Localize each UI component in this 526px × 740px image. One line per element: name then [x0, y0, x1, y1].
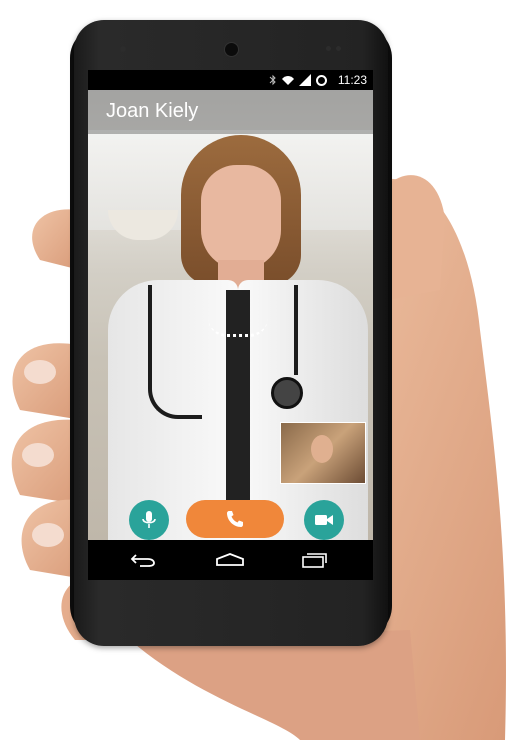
status-bar: 11:23 [88, 70, 373, 90]
status-time: 11:23 [337, 73, 367, 87]
home-button[interactable] [213, 550, 247, 570]
stethoscope-left [148, 285, 202, 419]
back-icon [130, 554, 155, 567]
caller-name: Joan Kiely [106, 100, 199, 122]
self-view-preview[interactable] [280, 422, 366, 484]
light-sensor [120, 46, 126, 52]
home-icon [216, 553, 244, 566]
end-call-button[interactable] [186, 500, 284, 538]
pearl-necklace [208, 318, 268, 337]
doctor-face [201, 165, 281, 270]
signal-icon [299, 74, 311, 86]
stethoscope-right [278, 285, 298, 375]
wifi-icon [282, 76, 294, 85]
video-toggle-button[interactable] [304, 500, 344, 540]
remote-video-feed [88, 90, 373, 540]
self-view-face [311, 435, 333, 463]
mic-icon [142, 511, 156, 528]
back-button[interactable] [126, 550, 160, 570]
recent-apps-button[interactable] [297, 550, 331, 570]
recent-apps-icon [302, 553, 327, 568]
phone-icon [227, 511, 243, 527]
stethoscope-head [271, 377, 303, 409]
bluetooth-icon [269, 74, 276, 86]
proximity-sensor [326, 46, 331, 51]
caller-name-bar: Joan Kiely [88, 90, 373, 134]
navigation-bar [88, 540, 373, 580]
background-lamp [108, 210, 178, 240]
video-camera-icon [315, 515, 333, 525]
battery-icon [316, 74, 327, 86]
notification-led [336, 46, 341, 51]
status-icons [269, 73, 327, 87]
phone-screen: Joan Kiely 11:23 [88, 70, 373, 580]
front-camera [224, 42, 239, 57]
mute-button[interactable] [129, 500, 169, 540]
